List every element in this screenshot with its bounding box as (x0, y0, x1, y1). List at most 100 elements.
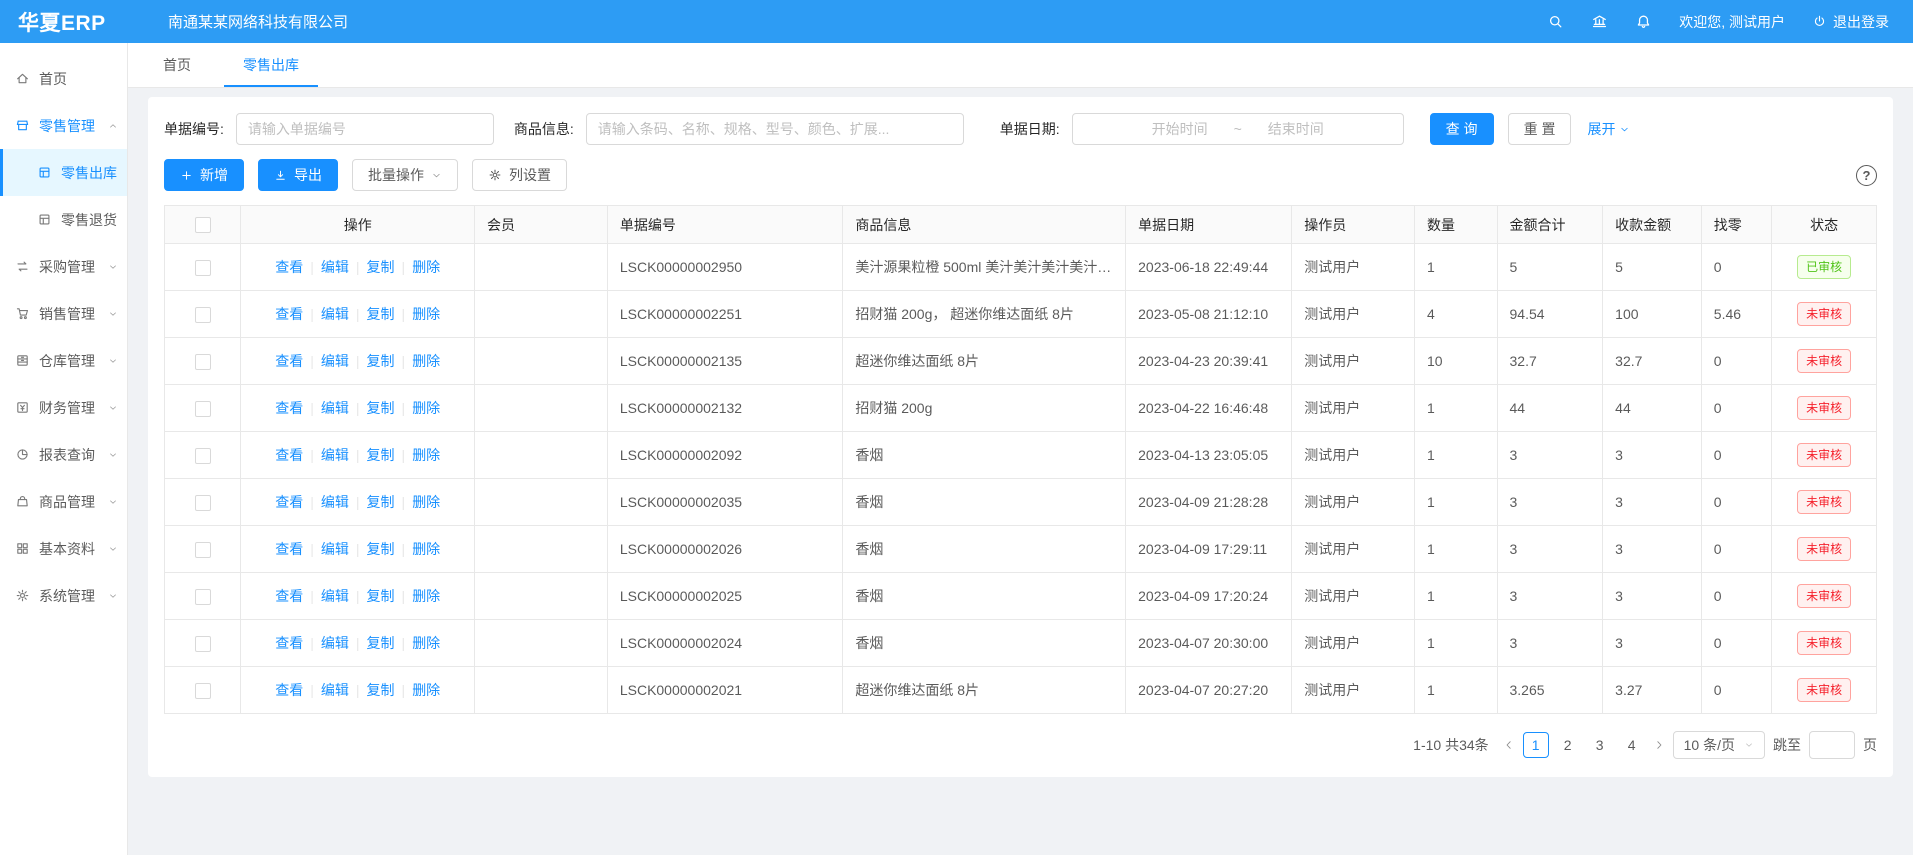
edit-link[interactable]: 编辑 (321, 682, 349, 698)
copy-link[interactable]: 复制 (367, 635, 395, 651)
page-3-button[interactable]: 3 (1587, 732, 1613, 758)
sidebar-item-retail-outbound[interactable]: 零售出库 (0, 149, 127, 196)
copy-link[interactable]: 复制 (367, 306, 395, 322)
reset-button[interactable]: 重 置 (1508, 113, 1572, 145)
copy-link[interactable]: 复制 (367, 447, 395, 463)
copy-link[interactable]: 复制 (367, 353, 395, 369)
date-cell: 2023-04-09 17:29:11 (1126, 526, 1292, 573)
prev-page-button[interactable] (1503, 739, 1515, 751)
delete-link[interactable]: 删除 (412, 259, 440, 275)
edit-link[interactable]: 编辑 (321, 400, 349, 416)
status-badge: 未审核 (1797, 537, 1851, 561)
edit-link[interactable]: 编辑 (321, 494, 349, 510)
help-icon[interactable]: ? (1856, 165, 1877, 186)
row-checkbox[interactable] (195, 401, 211, 417)
edit-link[interactable]: 编辑 (321, 447, 349, 463)
row-checkbox[interactable] (195, 636, 211, 652)
file-icon (37, 165, 52, 180)
sidebar-item-retail-return[interactable]: 零售退货 (0, 196, 127, 243)
copy-link[interactable]: 复制 (367, 494, 395, 510)
row-checkbox[interactable] (195, 448, 211, 464)
delete-link[interactable]: 删除 (412, 635, 440, 651)
delete-link[interactable]: 删除 (412, 353, 440, 369)
delete-link[interactable]: 删除 (412, 306, 440, 322)
power-icon (1812, 14, 1827, 29)
sidebar-item-warehouse-management[interactable]: 仓库管理 (0, 337, 127, 384)
sidebar-item-sales-management[interactable]: 销售管理 (0, 290, 127, 337)
bell-icon[interactable] (1635, 13, 1652, 30)
row-checkbox[interactable] (195, 354, 211, 370)
tab-retail-outbound[interactable]: 零售出库 (224, 43, 318, 87)
row-checkbox[interactable] (195, 683, 211, 699)
row-checkbox[interactable] (195, 260, 211, 276)
bank-icon[interactable] (1591, 13, 1608, 30)
view-link[interactable]: 查看 (275, 541, 303, 557)
bill-no-input[interactable] (236, 113, 494, 145)
sidebar-item-basic-data[interactable]: 基本资料 (0, 525, 127, 572)
edit-link[interactable]: 编辑 (321, 353, 349, 369)
date-range-input[interactable]: 开始时间 ~ 结束时间 (1072, 113, 1404, 145)
copy-link[interactable]: 复制 (367, 259, 395, 275)
sidebar-item-system-management[interactable]: 系统管理 (0, 572, 127, 619)
sidebar-item-home[interactable]: 首页 (0, 55, 127, 102)
product-info-input[interactable] (586, 113, 964, 145)
view-link[interactable]: 查看 (275, 588, 303, 604)
search-icon[interactable] (1547, 13, 1564, 30)
copy-link[interactable]: 复制 (367, 400, 395, 416)
add-button[interactable]: 新增 (164, 159, 244, 191)
view-link[interactable]: 查看 (275, 635, 303, 651)
select-all-checkbox[interactable] (195, 217, 211, 233)
delete-link[interactable]: 删除 (412, 588, 440, 604)
search-button[interactable]: 查 询 (1430, 113, 1494, 145)
delete-link[interactable]: 删除 (412, 682, 440, 698)
divider: | (310, 682, 314, 698)
sidebar-item-product-management[interactable]: 商品管理 (0, 478, 127, 525)
divider: | (402, 588, 406, 604)
edit-link[interactable]: 编辑 (321, 541, 349, 557)
row-checkbox[interactable] (195, 495, 211, 511)
table-row: 查看|编辑|复制|删除LSCK00000002950美汁源果粒橙 500ml 美… (165, 244, 1877, 291)
member-cell (474, 526, 607, 573)
page-2-button[interactable]: 2 (1555, 732, 1581, 758)
expand-link[interactable]: 展开 (1587, 119, 1630, 139)
view-link[interactable]: 查看 (275, 447, 303, 463)
view-link[interactable]: 查看 (275, 306, 303, 322)
page-4-button[interactable]: 4 (1619, 732, 1645, 758)
delete-link[interactable]: 删除 (412, 494, 440, 510)
app-logo[interactable]: 华夏ERP (0, 7, 128, 37)
batch-operations-button[interactable]: 批量操作 (352, 159, 458, 191)
sidebar-item-retail-management[interactable]: 零售管理 (0, 102, 127, 149)
view-link[interactable]: 查看 (275, 494, 303, 510)
column-settings-button[interactable]: 列设置 (472, 159, 567, 191)
operator-cell: 测试用户 (1292, 573, 1415, 620)
delete-link[interactable]: 删除 (412, 447, 440, 463)
view-link[interactable]: 查看 (275, 682, 303, 698)
copy-link[interactable]: 复制 (367, 682, 395, 698)
table-row: 查看|编辑|复制|删除LSCK00000002251招财猫 200g， 超迷你维… (165, 291, 1877, 338)
copy-link[interactable]: 复制 (367, 588, 395, 604)
edit-link[interactable]: 编辑 (321, 635, 349, 651)
edit-link[interactable]: 编辑 (321, 306, 349, 322)
logout-button[interactable]: 退出登录 (1812, 12, 1889, 32)
sidebar-item-report-query[interactable]: 报表查询 (0, 431, 127, 478)
delete-link[interactable]: 删除 (412, 400, 440, 416)
delete-link[interactable]: 删除 (412, 541, 440, 557)
sidebar-item-finance-management[interactable]: 财务管理 (0, 384, 127, 431)
row-checkbox[interactable] (195, 589, 211, 605)
edit-link[interactable]: 编辑 (321, 588, 349, 604)
tab-home[interactable]: 首页 (144, 43, 210, 87)
view-link[interactable]: 查看 (275, 353, 303, 369)
sidebar-item-purchase-management[interactable]: 采购管理 (0, 243, 127, 290)
page-size-select[interactable]: 10 条/页 (1673, 731, 1765, 759)
page-1-button[interactable]: 1 (1523, 732, 1549, 758)
row-checkbox[interactable] (195, 542, 211, 558)
jump-page-input[interactable] (1809, 731, 1855, 759)
export-button[interactable]: 导出 (258, 159, 338, 191)
copy-link[interactable]: 复制 (367, 541, 395, 557)
row-checkbox[interactable] (195, 307, 211, 323)
next-page-button[interactable] (1653, 739, 1665, 751)
edit-link[interactable]: 编辑 (321, 259, 349, 275)
view-link[interactable]: 查看 (275, 259, 303, 275)
view-link[interactable]: 查看 (275, 400, 303, 416)
status-badge: 未审核 (1797, 349, 1851, 373)
